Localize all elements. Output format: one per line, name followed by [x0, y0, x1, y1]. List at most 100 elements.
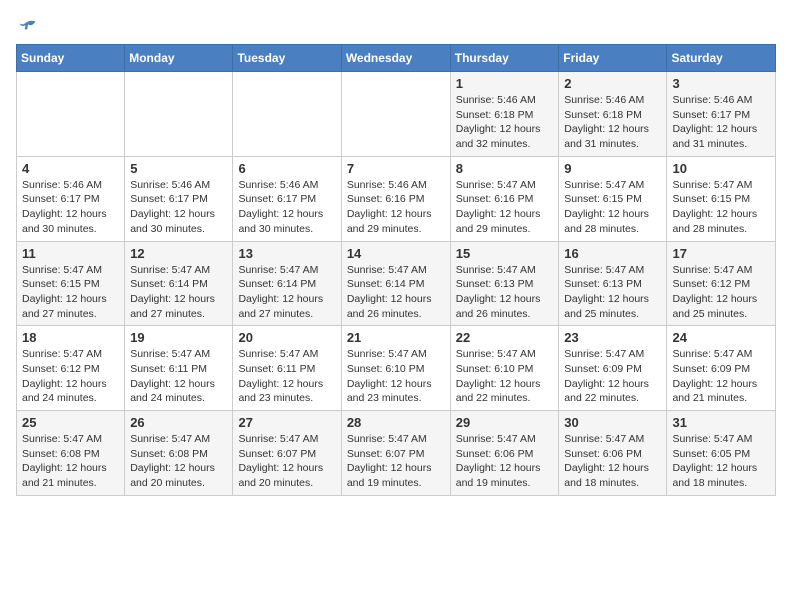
day-info: Sunrise: 5:47 AM Sunset: 6:05 PM Dayligh…: [672, 432, 770, 491]
calendar-cell: 14 Sunrise: 5:47 AM Sunset: 6:14 PM Dayli…: [341, 241, 450, 326]
calendar-table: SundayMondayTuesdayWednesdayThursdayFrid…: [16, 44, 776, 496]
calendar-cell: 5 Sunrise: 5:46 AM Sunset: 6:17 PM Daylig…: [125, 156, 233, 241]
day-number: 9: [564, 161, 661, 176]
day-number: 4: [22, 161, 119, 176]
day-number: 23: [564, 330, 661, 345]
day-info: Sunrise: 5:47 AM Sunset: 6:15 PM Dayligh…: [672, 178, 770, 237]
day-info: Sunrise: 5:47 AM Sunset: 6:11 PM Dayligh…: [238, 347, 335, 406]
day-number: 13: [238, 246, 335, 261]
day-number: 28: [347, 415, 445, 430]
calendar-cell: 11 Sunrise: 5:47 AM Sunset: 6:15 PM Dayli…: [17, 241, 125, 326]
day-info: Sunrise: 5:47 AM Sunset: 6:16 PM Dayligh…: [456, 178, 554, 237]
day-number: 10: [672, 161, 770, 176]
day-number: 2: [564, 76, 661, 91]
calendar-cell: 26 Sunrise: 5:47 AM Sunset: 6:08 PM Dayli…: [125, 411, 233, 496]
calendar-cell: 8 Sunrise: 5:47 AM Sunset: 6:16 PM Daylig…: [450, 156, 559, 241]
day-number: 11: [22, 246, 119, 261]
day-number: 20: [238, 330, 335, 345]
day-info: Sunrise: 5:47 AM Sunset: 6:07 PM Dayligh…: [238, 432, 335, 491]
day-info: Sunrise: 5:47 AM Sunset: 6:08 PM Dayligh…: [22, 432, 119, 491]
day-number: 22: [456, 330, 554, 345]
day-number: 8: [456, 161, 554, 176]
day-info: Sunrise: 5:47 AM Sunset: 6:14 PM Dayligh…: [130, 263, 227, 322]
calendar-cell: 22 Sunrise: 5:47 AM Sunset: 6:10 PM Dayli…: [450, 326, 559, 411]
calendar-cell: [233, 72, 341, 157]
day-info: Sunrise: 5:47 AM Sunset: 6:12 PM Dayligh…: [22, 347, 119, 406]
calendar-week-2: 4 Sunrise: 5:46 AM Sunset: 6:17 PM Daylig…: [17, 156, 776, 241]
day-number: 18: [22, 330, 119, 345]
weekday-header-wednesday: Wednesday: [341, 45, 450, 72]
day-info: Sunrise: 5:47 AM Sunset: 6:06 PM Dayligh…: [456, 432, 554, 491]
day-number: 31: [672, 415, 770, 430]
calendar-cell: 7 Sunrise: 5:46 AM Sunset: 6:16 PM Daylig…: [341, 156, 450, 241]
calendar-cell: 4Sunrise: 5:46 AM Sunset: 6:17 PM Daylig…: [17, 156, 125, 241]
day-number: 6: [238, 161, 335, 176]
weekday-header-saturday: Saturday: [667, 45, 776, 72]
day-info: Sunrise: 5:47 AM Sunset: 6:13 PM Dayligh…: [564, 263, 661, 322]
calendar-cell: 21 Sunrise: 5:47 AM Sunset: 6:10 PM Dayli…: [341, 326, 450, 411]
calendar-cell: 19Sunrise: 5:47 AM Sunset: 6:11 PM Dayli…: [125, 326, 233, 411]
calendar-cell: 2Sunrise: 5:46 AM Sunset: 6:18 PM Daylig…: [559, 72, 667, 157]
day-number: 29: [456, 415, 554, 430]
calendar-cell: 3Sunrise: 5:46 AM Sunset: 6:17 PM Daylig…: [667, 72, 776, 157]
day-number: 19: [130, 330, 227, 345]
calendar-cell: 13Sunrise: 5:47 AM Sunset: 6:14 PM Dayli…: [233, 241, 341, 326]
day-number: 3: [672, 76, 770, 91]
day-number: 25: [22, 415, 119, 430]
calendar-cell: 31 Sunrise: 5:47 AM Sunset: 6:05 PM Dayli…: [667, 411, 776, 496]
calendar-header: SundayMondayTuesdayWednesdayThursdayFrid…: [17, 45, 776, 72]
day-info: Sunrise: 5:47 AM Sunset: 6:15 PM Dayligh…: [22, 263, 119, 322]
calendar-cell: 9 Sunrise: 5:47 AM Sunset: 6:15 PM Daylig…: [559, 156, 667, 241]
calendar-cell: 6 Sunrise: 5:46 AM Sunset: 6:17 PM Daylig…: [233, 156, 341, 241]
day-info: Sunrise: 5:46 AM Sunset: 6:17 PM Dayligh…: [238, 178, 335, 237]
day-number: 30: [564, 415, 661, 430]
day-number: 12: [130, 246, 227, 261]
day-info: Sunrise: 5:47 AM Sunset: 6:07 PM Dayligh…: [347, 432, 445, 491]
day-number: 1: [456, 76, 554, 91]
calendar-cell: 18 Sunrise: 5:47 AM Sunset: 6:12 PM Dayli…: [17, 326, 125, 411]
day-number: 14: [347, 246, 445, 261]
day-number: 27: [238, 415, 335, 430]
day-info: Sunrise: 5:47 AM Sunset: 6:10 PM Dayligh…: [456, 347, 554, 406]
calendar-cell: 24 Sunrise: 5:47 AM Sunset: 6:09 PM Dayli…: [667, 326, 776, 411]
day-info: Sunrise: 5:47 AM Sunset: 6:08 PM Dayligh…: [130, 432, 227, 491]
calendar-week-4: 18 Sunrise: 5:47 AM Sunset: 6:12 PM Dayli…: [17, 326, 776, 411]
weekday-header-tuesday: Tuesday: [233, 45, 341, 72]
day-number: 5: [130, 161, 227, 176]
calendar-cell: 1 Sunrise: 5:46 AM Sunset: 6:18 PM Daylig…: [450, 72, 559, 157]
logo: [16, 16, 38, 36]
day-number: 24: [672, 330, 770, 345]
day-info: Sunrise: 5:47 AM Sunset: 6:09 PM Dayligh…: [672, 347, 770, 406]
day-number: 15: [456, 246, 554, 261]
day-number: 16: [564, 246, 661, 261]
logo-bird-icon: [18, 16, 38, 36]
calendar-cell: 20 Sunrise: 5:47 AM Sunset: 6:11 PM Dayli…: [233, 326, 341, 411]
calendar-cell: [125, 72, 233, 157]
calendar-week-1: 1 Sunrise: 5:46 AM Sunset: 6:18 PM Daylig…: [17, 72, 776, 157]
weekday-header-sunday: Sunday: [17, 45, 125, 72]
day-info: Sunrise: 5:46 AM Sunset: 6:16 PM Dayligh…: [347, 178, 445, 237]
calendar-cell: 16 Sunrise: 5:47 AM Sunset: 6:13 PM Dayli…: [559, 241, 667, 326]
day-info: Sunrise: 5:47 AM Sunset: 6:09 PM Dayligh…: [564, 347, 661, 406]
calendar-cell: [341, 72, 450, 157]
calendar-cell: 27 Sunrise: 5:47 AM Sunset: 6:07 PM Dayli…: [233, 411, 341, 496]
day-info: Sunrise: 5:47 AM Sunset: 6:14 PM Dayligh…: [347, 263, 445, 322]
day-number: 7: [347, 161, 445, 176]
day-info: Sunrise: 5:46 AM Sunset: 6:18 PM Dayligh…: [456, 93, 554, 152]
calendar-cell: 23 Sunrise: 5:47 AM Sunset: 6:09 PM Dayli…: [559, 326, 667, 411]
day-info: Sunrise: 5:47 AM Sunset: 6:15 PM Dayligh…: [564, 178, 661, 237]
day-info: Sunrise: 5:47 AM Sunset: 6:10 PM Dayligh…: [347, 347, 445, 406]
day-info: Sunrise: 5:47 AM Sunset: 6:06 PM Dayligh…: [564, 432, 661, 491]
weekday-header-friday: Friday: [559, 45, 667, 72]
calendar-cell: 29 Sunrise: 5:47 AM Sunset: 6:06 PM Dayli…: [450, 411, 559, 496]
day-info: Sunrise: 5:46 AM Sunset: 6:17 PM Dayligh…: [130, 178, 227, 237]
day-info: Sunrise: 5:47 AM Sunset: 6:12 PM Dayligh…: [672, 263, 770, 322]
calendar-cell: 17Sunrise: 5:47 AM Sunset: 6:12 PM Dayli…: [667, 241, 776, 326]
weekday-row: SundayMondayTuesdayWednesdayThursdayFrid…: [17, 45, 776, 72]
calendar-cell: 15 Sunrise: 5:47 AM Sunset: 6:13 PM Dayli…: [450, 241, 559, 326]
day-number: 21: [347, 330, 445, 345]
calendar-cell: 12 Sunrise: 5:47 AM Sunset: 6:14 PM Dayli…: [125, 241, 233, 326]
weekday-header-monday: Monday: [125, 45, 233, 72]
day-info: Sunrise: 5:47 AM Sunset: 6:13 PM Dayligh…: [456, 263, 554, 322]
day-number: 26: [130, 415, 227, 430]
